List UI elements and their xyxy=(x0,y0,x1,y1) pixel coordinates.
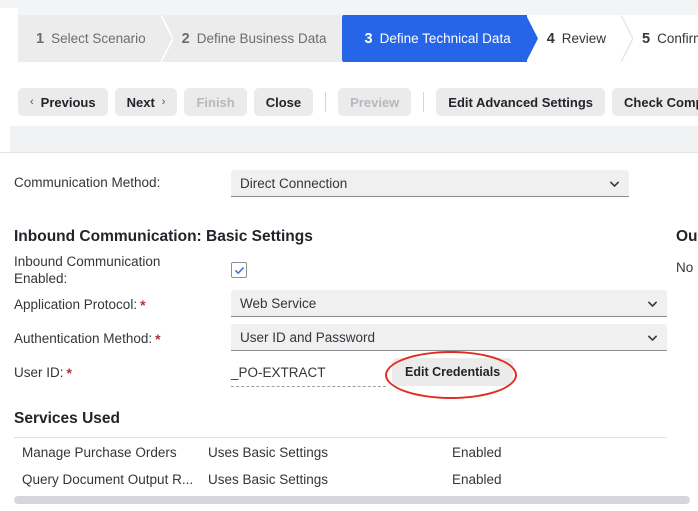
communication-method-label-row: Communication Method: xyxy=(14,175,160,192)
service-name: Query Document Output R... xyxy=(22,472,194,487)
wizard-step-3-number: 3 xyxy=(364,30,373,47)
services-table-top-border xyxy=(14,437,667,438)
outbound-communication-text: No xyxy=(676,260,694,275)
user-id-required-marker: * xyxy=(66,365,72,382)
wizard-step-bar: 1 Select Scenario 2 Define Business Data… xyxy=(18,15,698,62)
wizard-step-4[interactable]: 4 Review xyxy=(526,15,634,62)
wizard-step-4-number: 4 xyxy=(546,30,555,47)
user-id-label: User ID: xyxy=(14,365,64,380)
wizard-step-5-number: 5 xyxy=(642,30,651,47)
service-status: Enabled xyxy=(452,445,502,460)
application-protocol-required-marker: * xyxy=(140,297,146,314)
wizard-step-1[interactable]: 1 Select Scenario xyxy=(18,15,173,62)
communication-method-select[interactable]: Direct Connection xyxy=(231,170,629,197)
wizard-step-5-label: Confirmatio xyxy=(657,31,698,46)
user-id-value[interactable]: _PO-EXTRACT xyxy=(231,365,326,380)
chevron-down-icon xyxy=(647,332,658,343)
close-button-label: Close xyxy=(265,94,302,110)
inbound-enabled-label-line2: Enabled: xyxy=(14,270,68,286)
wizard-step-4-label: Review xyxy=(561,31,607,46)
authentication-method-value: User ID and Password xyxy=(240,329,376,345)
edit-advanced-settings-button[interactable]: Edit Advanced Settings xyxy=(436,88,606,116)
wizard-step-3[interactable]: 3 Define Technical Data xyxy=(342,15,538,62)
user-id-input-underline xyxy=(231,386,386,387)
user-id-label-row: User ID: * xyxy=(14,365,72,382)
preview-button-label: Preview xyxy=(350,94,400,110)
edit-credentials-button[interactable]: Edit Credentials xyxy=(392,358,514,386)
section-divider-band xyxy=(0,126,698,152)
application-protocol-label: Application Protocol: xyxy=(14,297,138,312)
toolbar-separator-2 xyxy=(423,92,425,112)
application-window: 1 Select Scenario 2 Define Business Data… xyxy=(0,0,698,511)
communication-method-value: Direct Connection xyxy=(240,175,348,191)
window-top-strip xyxy=(0,0,698,15)
check-completeness-button[interactable]: Check Completen xyxy=(612,88,698,116)
chevron-down-icon xyxy=(647,298,658,309)
preview-button: Preview xyxy=(338,88,412,116)
service-status: Enabled xyxy=(452,472,502,487)
inbound-enabled-label: Inbound Communication Enabled: xyxy=(14,254,194,288)
application-protocol-select[interactable]: Web Service xyxy=(231,290,667,317)
service-settings: Uses Basic Settings xyxy=(208,445,329,460)
horizontal-scrollbar-thumb[interactable] xyxy=(14,496,690,504)
outbound-communication-heading: Ou xyxy=(676,228,698,245)
application-protocol-value: Web Service xyxy=(240,295,317,311)
finish-button-label: Finish xyxy=(196,94,235,110)
authentication-method-label-row: Authentication Method: * xyxy=(14,331,161,348)
wizard-step-2-number: 2 xyxy=(181,30,190,47)
previous-button-label: Previous xyxy=(40,94,96,110)
toolbar-separator-1 xyxy=(325,92,327,112)
checkmark-icon xyxy=(234,266,244,274)
chevron-left-icon: ‹ xyxy=(30,95,34,108)
wizard-step-1-label: Select Scenario xyxy=(51,31,146,46)
chevron-right-icon: › xyxy=(161,95,166,108)
next-button[interactable]: Next › xyxy=(114,88,178,116)
services-used-heading: Services Used xyxy=(14,410,120,427)
section-divider-band-corner xyxy=(0,126,10,152)
next-button-label: Next xyxy=(126,94,155,110)
form-content: Communication Method: Direct Connection … xyxy=(0,153,698,488)
wizard-step-2-label: Define Business Data xyxy=(196,31,327,46)
inbound-communication-heading: Inbound Communication: Basic Settings xyxy=(14,228,313,245)
window-top-strip-corner xyxy=(0,8,18,15)
application-protocol-label-row: Application Protocol: * xyxy=(14,297,146,314)
wizard-step-1-number: 1 xyxy=(36,30,45,47)
service-settings: Uses Basic Settings xyxy=(208,472,329,487)
authentication-method-select[interactable]: User ID and Password xyxy=(231,324,667,351)
authentication-method-required-marker: * xyxy=(155,331,161,348)
wizard-step-2[interactable]: 2 Define Business Data xyxy=(161,15,354,62)
edit-credentials-label: Edit Credentials xyxy=(405,365,501,379)
action-toolbar: ‹ Previous Next › Finish Close Preview E… xyxy=(0,78,698,126)
window-bottom-edge xyxy=(0,505,698,511)
close-button[interactable]: Close xyxy=(253,88,314,116)
chevron-down-icon xyxy=(609,178,620,189)
communication-method-label: Communication Method: xyxy=(14,175,161,190)
check-completeness-label: Check Completen xyxy=(624,94,698,110)
finish-button: Finish xyxy=(184,88,247,116)
authentication-method-label: Authentication Method: xyxy=(14,331,153,346)
previous-button[interactable]: ‹ Previous xyxy=(18,88,108,116)
wizard-step-5[interactable]: 5 Confirmatio xyxy=(622,15,698,62)
inbound-enabled-checkbox[interactable] xyxy=(231,262,247,278)
wizard-step-3-label: Define Technical Data xyxy=(379,31,511,46)
inbound-enabled-label-line1: Inbound Communication xyxy=(14,254,161,269)
edit-advanced-settings-label: Edit Advanced Settings xyxy=(448,94,594,110)
service-name: Manage Purchase Orders xyxy=(22,445,177,460)
